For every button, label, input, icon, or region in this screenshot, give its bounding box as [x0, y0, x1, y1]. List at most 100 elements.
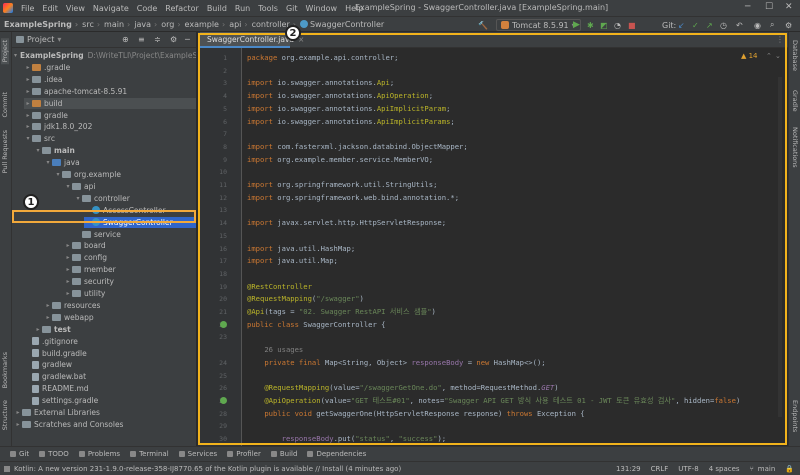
coverage-icon[interactable]: ◩	[600, 19, 608, 31]
gear-icon[interactable]: ⚙	[170, 35, 177, 44]
project-panel-title[interactable]: Project	[27, 35, 54, 44]
maximize-icon[interactable]: ☐	[765, 2, 773, 12]
tree-item[interactable]: ▸ jdk1.8.0_202	[24, 121, 196, 132]
side-tab-notifications[interactable]: Notifications	[791, 127, 799, 168]
tree-item[interactable]: ▸ Scratches and Consoles	[14, 419, 196, 430]
side-tab-pull-requests[interactable]: Pull Requests	[1, 130, 9, 173]
tool-tab-terminal[interactable]: Terminal	[130, 450, 169, 458]
tree-item[interactable]: ▸ resources	[44, 300, 196, 311]
stop-icon[interactable]: ■	[628, 19, 636, 31]
tool-tab-git[interactable]: Git	[10, 450, 29, 458]
tree-item[interactable]: .gitignore	[24, 336, 196, 347]
code-line[interactable]: package org.example.api.controller;	[247, 52, 398, 65]
code-line[interactable]: import org.example.member.service.Member…	[247, 154, 433, 167]
tree-item[interactable]: ▸ .gradle	[24, 62, 196, 73]
code-line[interactable]: import com.fasterxml.jackson.databind.Ob…	[247, 141, 468, 154]
menu-item-edit[interactable]: Edit	[38, 4, 62, 13]
expand-arrow-icon[interactable]: ▾	[64, 183, 72, 190]
side-tab-gradle[interactable]: Gradle	[791, 90, 799, 112]
code-line[interactable]: import io.swagger.annotations.Api;	[247, 77, 394, 90]
menu-item-tools[interactable]: Tools	[254, 4, 282, 13]
menu-item-navigate[interactable]: Navigate	[89, 4, 133, 13]
file-encoding[interactable]: UTF-8	[678, 465, 698, 473]
locate-icon[interactable]: ⊕	[122, 35, 129, 44]
code-line[interactable]: import javax.servlet.http.HttpServletRes…	[247, 217, 446, 230]
search-icon[interactable]: ⌕	[770, 19, 774, 31]
expand-arrow-icon[interactable]: ▸	[14, 409, 22, 416]
scrollbar[interactable]	[778, 77, 782, 417]
tree-item[interactable]: ▸ build	[24, 97, 196, 109]
code-line[interactable]: import io.swagger.annotations.ApiImplici…	[247, 116, 455, 129]
menu-item-view[interactable]: View	[62, 4, 89, 13]
expand-arrow-icon[interactable]: ▸	[24, 76, 32, 83]
tree-item[interactable]: ▾ src	[24, 133, 196, 144]
debug-icon[interactable]: ✱	[587, 19, 594, 31]
code-line[interactable]: import io.swagger.annotations.ApiOperati…	[247, 90, 433, 103]
expand-arrow-icon[interactable]: ▸	[64, 254, 72, 261]
expand-arrow-icon[interactable]: ▸	[44, 314, 52, 321]
code-line[interactable]: import io.swagger.annotations.ApiImplici…	[247, 103, 450, 116]
menu-item-run[interactable]: Run	[231, 4, 254, 13]
tree-item[interactable]: README.md	[24, 383, 196, 394]
menu-item-window[interactable]: Window	[302, 4, 342, 13]
expand-arrow-icon[interactable]: ▸	[44, 302, 52, 309]
tool-tab-services[interactable]: Services	[178, 450, 217, 458]
caret-position[interactable]: 131:29	[616, 465, 641, 473]
rollback-icon[interactable]: ↶	[736, 19, 743, 31]
user-icon[interactable]: ◉	[754, 19, 761, 31]
tool-tab-profiler[interactable]: Profiler	[227, 450, 261, 458]
tree-item[interactable]: build.gradle	[24, 348, 196, 359]
expand-arrow-icon[interactable]: ▸	[64, 278, 72, 285]
side-tab-commit[interactable]: Commit	[1, 92, 9, 118]
menu-item-code[interactable]: Code	[133, 4, 161, 13]
chevron-up-icon[interactable]: ⌃	[766, 52, 772, 60]
tree-item[interactable]: ▸ test	[34, 324, 196, 335]
breadcrumb-item[interactable]: example ›	[183, 20, 228, 29]
run-icon[interactable]: ▶	[573, 19, 580, 31]
expand-arrow-icon[interactable]: ▸	[24, 88, 32, 95]
tree-item[interactable]: ▸ member	[64, 264, 196, 275]
code-line[interactable]: private final Map<String, Object> respon…	[247, 357, 545, 370]
code-line[interactable]: @ApiOperation(value="GET 테스트#01", notes=…	[247, 395, 740, 408]
expand-arrow-icon[interactable]: ▾	[24, 135, 32, 142]
history-icon[interactable]: ◷	[720, 19, 727, 31]
tool-tab-dependencies[interactable]: Dependencies	[307, 450, 366, 458]
tree-item[interactable]: ▾ main	[34, 145, 196, 156]
indent-setting[interactable]: 4 spaces	[709, 465, 740, 473]
code-line[interactable]: @RestController	[247, 281, 312, 294]
code-line[interactable]: public class SwaggerController {	[247, 319, 385, 332]
code-line[interactable]: responseBody.put("status", "success");	[247, 433, 446, 446]
expand-arrow-icon[interactable]: ▸	[24, 123, 32, 130]
line-separator[interactable]: CRLF	[651, 465, 669, 473]
expand-arrow-icon[interactable]: ▾	[14, 52, 17, 59]
bean-icon[interactable]	[220, 320, 227, 328]
hammer-icon[interactable]: 🔨	[478, 19, 488, 31]
tree-item[interactable]: ▾ java	[44, 157, 196, 168]
expand-arrow-icon[interactable]: ▸	[64, 266, 72, 273]
tree-item[interactable]: ▸ config	[64, 252, 196, 263]
run-config-select[interactable]: Tomcat 8.5.91 ▾	[496, 19, 581, 31]
expand-arrow-icon[interactable]: ▸	[14, 421, 22, 428]
breadcrumb-item[interactable]: java ›	[132, 20, 159, 29]
hide-icon[interactable]: ─	[185, 35, 190, 44]
side-tab-project[interactable]: Project	[1, 38, 9, 65]
tool-tab-todo[interactable]: TODO	[39, 450, 69, 458]
side-tab-structure[interactable]: Structure	[1, 400, 9, 430]
tree-item[interactable]: ▸ apache-tomcat-8.5.91	[24, 86, 196, 97]
chevron-down-icon[interactable]: ⌄	[775, 52, 781, 60]
tree-item[interactable]: ▸ webapp	[44, 312, 196, 323]
expand-arrow-icon[interactable]: ▸	[24, 112, 32, 119]
tree-item[interactable]: ▸ gradle	[24, 110, 196, 121]
tree-item[interactable]: ▾ ExampleSpring D:\WriteTLI\Project\Exampl…	[14, 50, 196, 61]
lock-icon[interactable]: 🔒	[785, 465, 794, 473]
tree-item[interactable]: gradlew.bat	[24, 371, 196, 382]
tree-item[interactable]: ▸ board	[64, 240, 196, 251]
menu-item-build[interactable]: Build	[203, 4, 231, 13]
expand-arrow-icon[interactable]: ▸	[34, 326, 42, 333]
breadcrumb-item[interactable]: ExampleSpring ›	[0, 20, 80, 29]
git-update-icon[interactable]: ↙	[678, 19, 685, 31]
tree-item[interactable]: ▸ utility	[64, 288, 196, 299]
code-line[interactable]: import org.springframework.util.StringUt…	[247, 179, 437, 192]
expand-arrow-icon[interactable]: ▾	[74, 195, 82, 202]
tree-item[interactable]: ▾ org.example	[54, 169, 196, 180]
